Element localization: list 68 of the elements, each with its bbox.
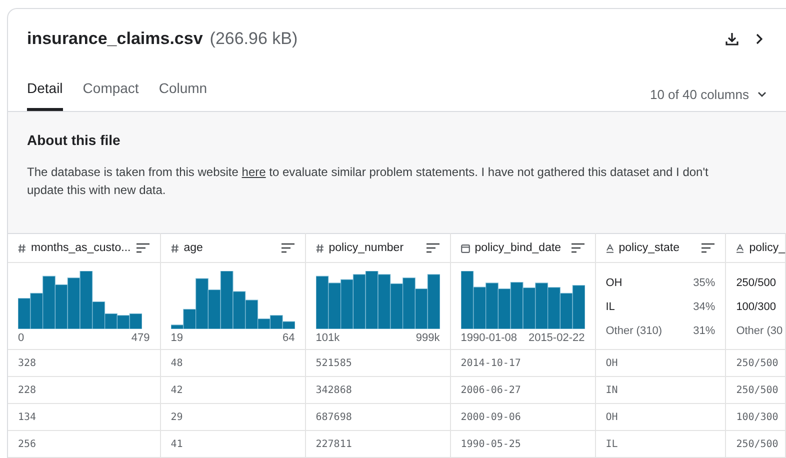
- table-cell: 2000-09-06: [460, 412, 521, 422]
- table-cell: 134: [18, 412, 36, 422]
- table-cell: 328: [18, 358, 36, 368]
- column-header[interactable]: policy_bind_date: [474, 242, 562, 254]
- tab[interactable]: Column: [158, 78, 208, 111]
- sort-icon[interactable]: [426, 243, 440, 253]
- table-cell: 227811: [316, 438, 352, 450]
- column-header[interactable]: age: [184, 242, 203, 254]
- calendar-icon: [460, 244, 470, 252]
- text-type-icon: [606, 244, 614, 252]
- category-label: Other (30: [736, 325, 783, 337]
- category-label: IL: [606, 301, 615, 313]
- table-cell: 41: [170, 438, 183, 450]
- table-cell: OH: [606, 412, 618, 422]
- table-cell: 521585: [316, 358, 352, 368]
- table-cell: OH: [606, 358, 618, 368]
- description: The database is taken from this website here to evaluate similar problem statements. I have not gathered this dataset and I don't update this with new data.: [27, 164, 710, 199]
- table-cell: 250/500: [736, 358, 778, 368]
- table-cell: 256: [18, 438, 36, 450]
- category-label: 100/300: [736, 301, 776, 313]
- category-label: 250/500: [736, 277, 776, 289]
- sort-icon[interactable]: [701, 243, 716, 253]
- range-min: 1990-01-08: [460, 332, 518, 344]
- column-header[interactable]: policy_state: [618, 242, 680, 254]
- table-cell: 48: [170, 358, 183, 368]
- table-cell: 342868: [316, 384, 352, 396]
- tab[interactable]: Compact: [82, 78, 139, 111]
- section-title: About this file: [27, 132, 122, 148]
- table-cell: 100/300: [736, 412, 778, 422]
- hash-icon: [18, 244, 26, 252]
- table-cell: 42: [170, 384, 183, 396]
- table-cell: 2006-06-27: [460, 384, 521, 396]
- hash-icon: [170, 244, 179, 252]
- table-cell: IL: [606, 438, 618, 450]
- range-max: 2015-02-22: [528, 332, 585, 344]
- range-min: 0: [18, 332, 24, 344]
- sort-icon[interactable]: [136, 243, 150, 253]
- table-cell: 250/500: [736, 384, 778, 396]
- table-cell: 228: [18, 384, 36, 396]
- file-name: insurance_claims.csv: [27, 29, 203, 49]
- column-picker[interactable]: 10 of 40 columns: [650, 87, 767, 111]
- range-min: 101k: [316, 332, 340, 344]
- file-size: (266.96 kB): [210, 29, 298, 49]
- download-icon[interactable]: [724, 31, 740, 47]
- sort-icon[interactable]: [280, 243, 295, 253]
- category-share: 35%: [693, 277, 716, 289]
- link[interactable]: here: [242, 165, 266, 179]
- column-header[interactable]: policy_: [749, 242, 785, 254]
- text-type-icon: [736, 244, 744, 252]
- category-share: 31%: [693, 325, 716, 337]
- range-max: 64: [282, 332, 295, 344]
- table-cell: IN: [606, 384, 618, 396]
- sort-icon[interactable]: [570, 243, 585, 253]
- chevron-down-icon: [757, 91, 767, 98]
- hash-icon: [316, 244, 324, 252]
- range-min: 19: [170, 332, 183, 344]
- table-cell: 2014-10-17: [460, 358, 521, 368]
- category-share: 34%: [693, 301, 716, 313]
- range-max: 479: [131, 332, 150, 344]
- table-cell: 1990-05-25: [460, 438, 521, 450]
- table-cell: 29: [170, 412, 183, 422]
- table-cell: 687698: [316, 412, 352, 422]
- category-label: Other (310): [606, 325, 662, 337]
- range-max: 999k: [416, 332, 440, 344]
- table-cell: 250/500: [736, 438, 778, 450]
- column-header[interactable]: policy_number: [328, 242, 404, 254]
- column-header[interactable]: months_as_custo...: [31, 242, 131, 254]
- category-label: OH: [606, 277, 622, 289]
